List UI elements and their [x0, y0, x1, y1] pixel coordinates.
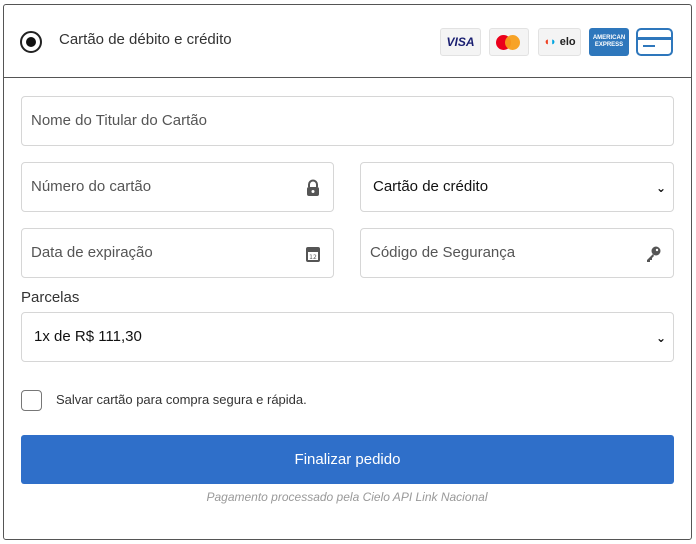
amex-line2: EXPRESS — [594, 42, 624, 48]
lock-icon — [307, 179, 319, 196]
installments-select[interactable]: 1x de R$ 111,30 ⌄ — [21, 312, 674, 362]
svg-text:12: 12 — [309, 254, 317, 261]
holder-name-placeholder: Nome do Titular do Cartão — [31, 112, 207, 129]
elo-logo-icon: ◖◗ elo — [538, 28, 581, 56]
security-code-placeholder: Código de Segurança — [370, 244, 516, 261]
payment-method-header[interactable]: Cartão de débito e crédito VISA ◖◗ elo A… — [4, 5, 691, 78]
processor-note: Pagamento processado pela Cielo API Link… — [206, 490, 488, 504]
installments-label: Parcelas — [21, 289, 80, 306]
key-icon — [647, 246, 661, 262]
holder-name-input[interactable]: Nome do Titular do Cartão — [21, 96, 674, 146]
chevron-down-icon: ⌄ — [655, 331, 666, 345]
save-card-label[interactable]: Salvar cartão para compra segura e rápid… — [56, 392, 307, 407]
amex-logo-icon: AMERICAN EXPRESS — [589, 28, 629, 56]
expiry-date-placeholder: Data de expiração — [31, 244, 153, 261]
chevron-down-icon: ⌄ — [655, 181, 666, 195]
save-card-checkbox[interactable] — [21, 390, 42, 411]
installments-value: 1x de R$ 111,30 — [34, 328, 142, 345]
card-type-value: Cartão de crédito — [373, 178, 489, 195]
expiry-date-input[interactable]: Data de expiração 12 — [21, 228, 334, 278]
calendar-icon: 12 — [306, 247, 320, 262]
card-type-select[interactable]: Cartão de crédito ⌄ — [360, 162, 674, 212]
amex-line1: AMERICAN — [592, 35, 626, 41]
payment-method-title: Cartão de débito e crédito — [59, 31, 232, 48]
card-number-placeholder: Número do cartão — [31, 178, 152, 195]
payment-method-radio[interactable] — [20, 31, 42, 53]
payment-panel: Cartão de débito e crédito VISA ◖◗ elo A… — [3, 4, 692, 540]
card-number-input[interactable]: Número do cartão — [21, 162, 334, 212]
mastercard-logo-icon — [489, 28, 529, 56]
generic-card-icon — [636, 28, 673, 56]
security-code-input[interactable]: Código de Segurança — [360, 228, 674, 278]
visa-logo-icon: VISA — [440, 28, 481, 56]
finalize-order-button[interactable]: Finalizar pedido — [21, 435, 674, 484]
elo-logo-text: elo — [559, 36, 576, 48]
